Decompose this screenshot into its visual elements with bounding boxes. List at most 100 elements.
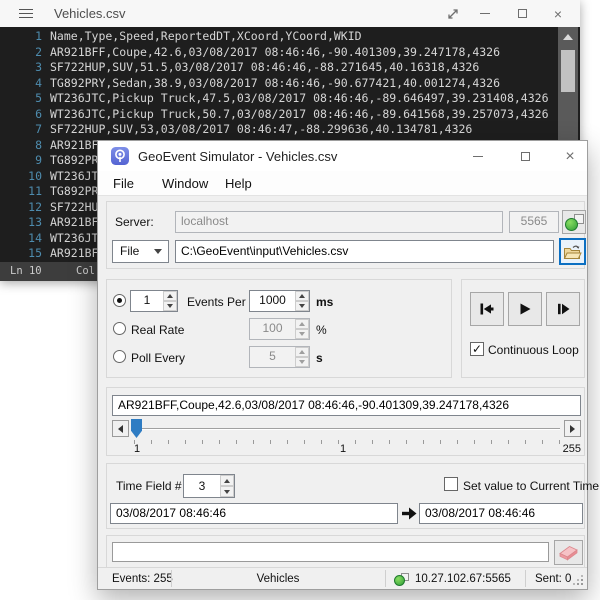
events-count-status: Events: 255 (112, 568, 173, 590)
csv-window-title: Vehicles.csv (54, 6, 126, 21)
continuous-loop-checkbox[interactable]: ✓ (470, 342, 484, 356)
simulator-statusbar: Events: 255 Vehicles 10.27.102.67:5565 S… (98, 567, 587, 589)
spin-down-icon[interactable] (295, 301, 309, 311)
status-col-indicator: Col (76, 262, 95, 281)
line-number: 14 (0, 231, 50, 247)
line-number: 1 (0, 29, 50, 45)
server-label: Server: (115, 215, 154, 229)
sim-minimize-icon[interactable] (464, 143, 492, 170)
maximize-icon[interactable] (508, 0, 536, 27)
spin-up-icon[interactable] (163, 291, 177, 301)
close-icon[interactable]: × (544, 0, 572, 27)
source-type-value: File (120, 244, 139, 258)
ms-unit-label: ms (316, 295, 333, 309)
csv-line: 1Name,Type,Speed,ReportedDT,XCoord,YCoor… (0, 29, 580, 45)
csv-line: 4TG892PRY,Sedan,38.9,03/08/2017 08:46:46… (0, 76, 580, 92)
feed-name-status: Vehicles (171, 568, 385, 590)
sim-maximize-icon[interactable] (511, 143, 539, 170)
server-port-field[interactable]: 5565 (509, 211, 559, 233)
events-count-spinner[interactable]: 1 (130, 290, 178, 312)
check-icon: ✓ (472, 342, 482, 356)
line-text: SF722HUP,SUV,51.5,03/08/2017 08:46:46,-8… (50, 60, 479, 74)
line-text: TG892PRY,Sedan,38.9,03/08/2017 08:46:46,… (50, 76, 500, 90)
event-preview-field[interactable]: AR921BFF,Coupe,42.6,03/08/2017 08:46:46,… (112, 395, 581, 416)
line-number: 12 (0, 200, 50, 216)
sent-count-status: Sent: 0 (535, 568, 571, 590)
menu-window[interactable]: Window (162, 171, 208, 196)
open-folder-icon (563, 244, 582, 260)
connected-icon (565, 213, 584, 232)
expand-diagonal-icon[interactable] (439, 0, 467, 27)
slider-track[interactable] (131, 428, 560, 430)
line-text: SF722HU (50, 200, 98, 214)
spin-down-icon[interactable] (163, 301, 177, 311)
real-rate-spinner: 100 (249, 318, 310, 340)
csv-titlebar: Vehicles.csv × (0, 0, 580, 27)
connection-status-icon (394, 572, 409, 587)
time-target-field[interactable]: 03/08/2017 08:46:46 (419, 503, 583, 524)
rewind-to-start-button[interactable] (470, 292, 504, 326)
server-group: Server: localhost 5565 File C:\GeoEvent\… (106, 201, 585, 269)
events-per-radio[interactable] (113, 294, 126, 307)
rate-group: 1 Events Per 1000 ms Real Rate 100 % Pol… (106, 279, 452, 378)
progress-group (106, 535, 585, 568)
menu-help[interactable]: Help (225, 171, 252, 196)
geoevent-app-icon (111, 147, 129, 165)
time-field-spinner[interactable]: 3 (183, 474, 235, 498)
minimize-icon[interactable] (471, 0, 499, 27)
event-slider-group: AR921BFF,Coupe,42.6,03/08/2017 08:46:46,… (106, 387, 585, 456)
hamburger-menu-icon[interactable] (19, 9, 33, 18)
line-text: TG892PR (50, 184, 98, 198)
line-number: 7 (0, 122, 50, 138)
playback-group: ✓ Continuous Loop (461, 279, 585, 378)
menu-file[interactable]: File (113, 171, 134, 196)
browse-file-button[interactable] (559, 238, 586, 265)
real-rate-radio[interactable] (113, 322, 126, 335)
endpoint-status: 10.27.102.67:5565 (415, 568, 511, 590)
line-text: Name,Type,Speed,ReportedDT,XCoord,YCoord… (50, 29, 362, 43)
line-text: WT236JT (50, 169, 98, 183)
spin-down-icon[interactable] (220, 486, 234, 497)
slider-right-button[interactable] (564, 420, 581, 437)
clear-button[interactable] (554, 540, 583, 565)
line-number: 4 (0, 76, 50, 92)
csv-line: 5WT236JTC,Pickup Truck,47.5,03/08/2017 0… (0, 91, 580, 107)
time-field-group: Time Field # 3 Set value to Current Time… (106, 463, 585, 529)
file-path-field[interactable]: C:\GeoEvent\input\Vehicles.csv (175, 240, 554, 263)
slider-left-button[interactable] (112, 420, 129, 437)
time-source-field[interactable]: 03/08/2017 08:46:46 (110, 503, 398, 524)
spin-up-icon[interactable] (295, 291, 309, 301)
sim-close-icon[interactable]: × (556, 143, 584, 170)
step-forward-button[interactable] (546, 292, 580, 326)
line-text: AR921BF (50, 246, 98, 260)
csv-line: 7SF722HUP,SUV,53,03/08/2017 08:46:47,-88… (0, 122, 580, 138)
csv-line: 6WT236JTC,Pickup Truck,50.7,03/08/2017 0… (0, 107, 580, 123)
slider-thumb[interactable] (131, 419, 142, 438)
line-number: 2 (0, 45, 50, 61)
scroll-up-icon[interactable] (563, 34, 573, 40)
slider-max-label: 255 (545, 443, 581, 455)
line-number: 6 (0, 107, 50, 123)
poll-spinner: 5 (249, 346, 310, 368)
interval-spinner[interactable]: 1000 (249, 290, 310, 312)
server-host-field[interactable]: localhost (175, 211, 503, 233)
geoevent-simulator-window: GeoEvent Simulator - Vehicles.csv × File… (97, 140, 588, 590)
time-field-label: Time Field # (116, 479, 182, 493)
spin-up-icon[interactable] (220, 475, 234, 486)
poll-every-label: Poll Every (131, 351, 185, 365)
simulator-window-title: GeoEvent Simulator - Vehicles.csv (138, 149, 337, 164)
line-text: TG892PR (50, 153, 98, 167)
line-number: 11 (0, 184, 50, 200)
play-button[interactable] (508, 292, 542, 326)
connect-button[interactable] (562, 210, 586, 234)
scrollbar-thumb[interactable] (561, 50, 575, 92)
poll-every-radio[interactable] (113, 350, 126, 363)
line-text: SF722HUP,SUV,53,03/08/2017 08:46:47,-88.… (50, 122, 472, 136)
set-current-time-checkbox[interactable] (444, 477, 458, 491)
line-text: AR921BF (50, 215, 98, 229)
line-text: WT236JTC,Pickup Truck,47.5,03/08/2017 08… (50, 91, 549, 105)
line-number: 13 (0, 215, 50, 231)
resize-grip[interactable] (575, 577, 587, 589)
line-text: WT236JT (50, 231, 98, 245)
source-type-dropdown[interactable]: File (112, 240, 169, 263)
